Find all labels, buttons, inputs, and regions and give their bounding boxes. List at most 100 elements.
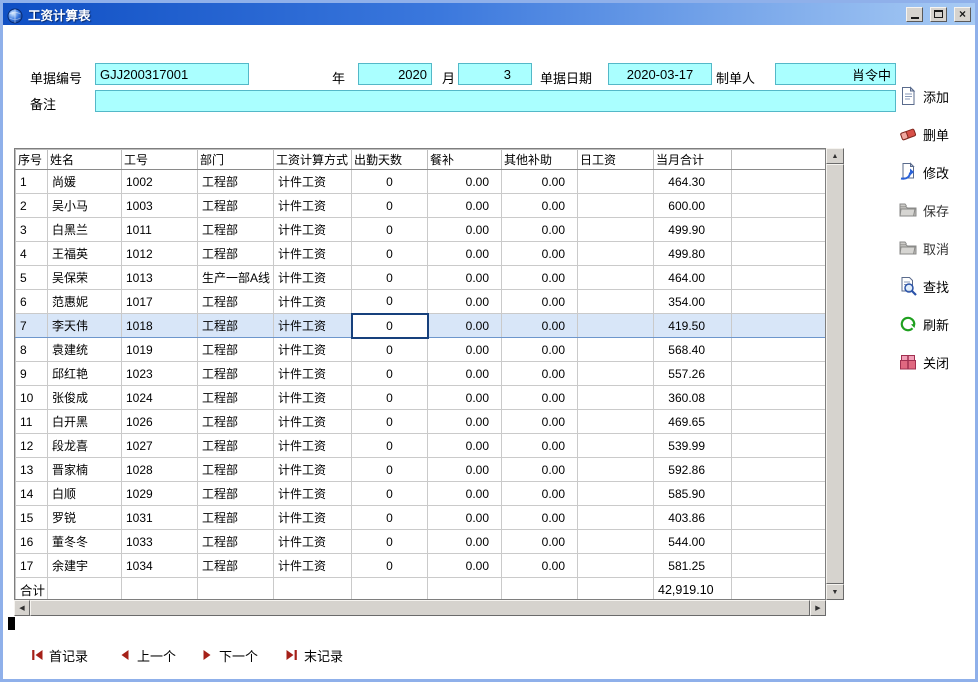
- doc-no-label: 单据编号: [30, 68, 82, 87]
- find-button[interactable]: 查找: [898, 274, 976, 298]
- data-grid: 序号 姓名 工号 部门 工资计算方式 出勤天数 餐补 其他补助 日工资 当月合计: [14, 148, 844, 616]
- last-record-button[interactable]: 末记录: [285, 646, 343, 664]
- save-button-label: 保存: [923, 201, 949, 220]
- find-button-label: 查找: [923, 277, 949, 296]
- table-body: 1 尚媛 1002 工程部 计件工资 0 0.00 0.00 464.30 2 …: [16, 170, 827, 601]
- doc-date-label: 单据日期: [540, 68, 592, 87]
- last-record-label: 末记录: [304, 646, 343, 665]
- prev-record-label: 上一个: [137, 646, 176, 665]
- remark-label: 备注: [30, 94, 56, 113]
- month-label: 月: [442, 68, 455, 87]
- table-row[interactable]: 1 尚媛 1002 工程部 计件工资 0 0.00 0.00 464.30: [16, 170, 827, 194]
- table-row[interactable]: 11 白开黑 1026 工程部 计件工资 0 0.00 0.00 469.65: [16, 410, 827, 434]
- record-indicator: [8, 617, 15, 630]
- table-row[interactable]: 3 白黑兰 1011 工程部 计件工资 0 0.00 0.00 499.90: [16, 218, 827, 242]
- close-app-icon: [898, 352, 918, 372]
- minimize-icon: [911, 17, 919, 19]
- year-input[interactable]: [358, 63, 432, 85]
- table-row[interactable]: 6 范惠妮 1017 工程部 计件工资 0 0.00 0.00 354.00: [16, 290, 827, 314]
- cancel-folder-icon: [898, 238, 918, 258]
- scroll-left-button[interactable]: ◀: [14, 600, 30, 616]
- total-label-cell: 合计: [16, 578, 48, 601]
- col-header-emp-id: 工号: [122, 150, 198, 170]
- delete-icon: [898, 124, 918, 144]
- cancel-button-label: 取消: [923, 239, 949, 258]
- save-folder-icon: [898, 200, 918, 220]
- horizontal-scrollbar[interactable]: ◀ ▶: [14, 600, 826, 616]
- table-row[interactable]: 8 袁建统 1019 工程部 计件工资 0 0.00 0.00 568.40: [16, 338, 827, 362]
- col-header-pay-method: 工资计算方式: [274, 150, 352, 170]
- scroll-up-button[interactable]: ▲: [826, 148, 844, 164]
- vertical-scroll-thumb[interactable]: [826, 164, 844, 584]
- refresh-icon: [898, 314, 918, 334]
- maximize-button[interactable]: [930, 7, 947, 22]
- modify-icon: [898, 162, 918, 182]
- minimize-button[interactable]: [906, 7, 923, 22]
- table-row[interactable]: 4 王福英 1012 工程部 计件工资 0 0.00 0.00 499.80: [16, 242, 827, 266]
- salary-table: 序号 姓名 工号 部门 工资计算方式 出勤天数 餐补 其他补助 日工资 当月合计: [15, 149, 826, 600]
- vertical-scrollbar[interactable]: ▲ ▼: [826, 148, 844, 600]
- add-button-label: 添加: [923, 87, 949, 106]
- close-form-button-label: 关闭: [923, 353, 949, 372]
- creator-input[interactable]: [775, 63, 896, 85]
- window-title: 工资计算表: [28, 5, 899, 24]
- last-record-icon: [285, 648, 299, 662]
- table-row[interactable]: 12 段龙喜 1027 工程部 计件工资 0 0.00 0.00 539.99: [16, 434, 827, 458]
- col-header-blank: [732, 150, 827, 170]
- remark-input[interactable]: [95, 90, 896, 112]
- table-row[interactable]: 2 吴小马 1003 工程部 计件工资 0 0.00 0.00 600.00: [16, 194, 827, 218]
- table-wrap: 序号 姓名 工号 部门 工资计算方式 出勤天数 餐补 其他补助 日工资 当月合计: [14, 148, 826, 600]
- first-record-label: 首记录: [49, 646, 88, 665]
- col-header-dept: 部门: [198, 150, 274, 170]
- app-icon: [7, 6, 23, 22]
- next-record-label: 下一个: [219, 646, 258, 665]
- prev-record-button[interactable]: 上一个: [118, 646, 176, 664]
- doc-date-input[interactable]: [608, 63, 712, 85]
- col-header-daily-wage: 日工资: [578, 150, 654, 170]
- modify-button[interactable]: 修改: [898, 160, 976, 184]
- month-input[interactable]: [458, 63, 532, 85]
- scroll-right-button[interactable]: ▶: [810, 600, 826, 616]
- modify-button-label: 修改: [923, 163, 949, 182]
- cancel-button[interactable]: 取消: [898, 236, 976, 260]
- col-header-month-total: 当月合计: [654, 150, 732, 170]
- table-row[interactable]: 7 李天伟 1018 工程部 计件工资 0 0.00 0.00 419.50: [16, 314, 827, 338]
- refresh-button[interactable]: 刷新: [898, 312, 976, 336]
- close-form-button[interactable]: 关闭: [898, 350, 976, 374]
- col-header-attendance: 出勤天数: [352, 150, 428, 170]
- table-row[interactable]: 9 邱红艳 1023 工程部 计件工资 0 0.00 0.00 557.26: [16, 362, 827, 386]
- table-row[interactable]: 13 晋家楠 1028 工程部 计件工资 0 0.00 0.00 592.86: [16, 458, 827, 482]
- first-record-button[interactable]: 首记录: [30, 646, 88, 664]
- add-document-icon: [898, 86, 918, 106]
- delete-button[interactable]: 删单: [898, 122, 976, 146]
- table-row[interactable]: 17 余建宇 1034 工程部 计件工资 0 0.00 0.00 581.25: [16, 554, 827, 578]
- delete-button-label: 删单: [923, 125, 949, 144]
- table-row[interactable]: 16 董冬冬 1033 工程部 计件工资 0 0.00 0.00 544.00: [16, 530, 827, 554]
- year-label: 年: [332, 68, 345, 87]
- maximize-icon: [934, 10, 943, 18]
- titlebar[interactable]: 工资计算表 ×: [3, 3, 975, 25]
- next-record-button[interactable]: 下一个: [200, 646, 258, 664]
- col-header-other: 其他补助: [502, 150, 578, 170]
- client-area: 单据编号 年 月 单据日期 制单人 备注 添加 删单 修改: [3, 25, 975, 679]
- app-window: 工资计算表 × 单据编号 年 月 单据日期 制单人 备注 添加 删单: [0, 0, 978, 682]
- close-button[interactable]: ×: [954, 7, 971, 22]
- col-header-meal: 餐补: [428, 150, 502, 170]
- table-row[interactable]: 14 白顺 1029 工程部 计件工资 0 0.00 0.00 585.90: [16, 482, 827, 506]
- scroll-down-button[interactable]: ▼: [826, 584, 844, 600]
- horizontal-scroll-thumb[interactable]: [30, 600, 810, 616]
- save-button[interactable]: 保存: [898, 198, 976, 222]
- total-value-cell: 42,919.10: [654, 578, 732, 601]
- table-row[interactable]: 10 张俊成 1024 工程部 计件工资 0 0.00 0.00 360.08: [16, 386, 827, 410]
- table-row[interactable]: 5 吴保荣 1013 生产一部A线 计件工资 0 0.00 0.00 464.0…: [16, 266, 827, 290]
- close-icon: ×: [959, 8, 966, 20]
- add-button[interactable]: 添加: [898, 84, 976, 108]
- table-row[interactable]: 15 罗锐 1031 工程部 计件工资 0 0.00 0.00 403.86: [16, 506, 827, 530]
- doc-no-input[interactable]: [95, 63, 249, 85]
- prev-record-icon: [118, 648, 132, 662]
- creator-label: 制单人: [716, 68, 755, 87]
- total-row: 合计 42,919.10: [16, 578, 827, 601]
- first-record-icon: [30, 648, 44, 662]
- next-record-icon: [200, 648, 214, 662]
- col-header-seq: 序号: [16, 150, 48, 170]
